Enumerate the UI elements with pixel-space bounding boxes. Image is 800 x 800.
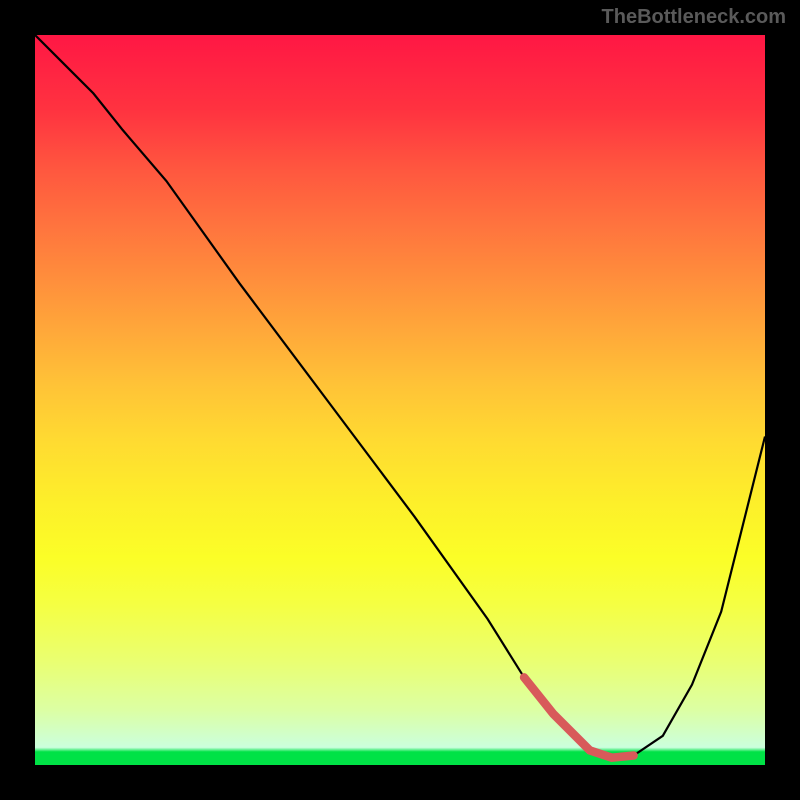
- attribution-text: TheBottleneck.com: [602, 6, 786, 29]
- chart-svg: [35, 35, 765, 765]
- chart-area: [35, 35, 765, 765]
- chart-curve: [35, 35, 765, 758]
- chart-highlight: [524, 677, 634, 757]
